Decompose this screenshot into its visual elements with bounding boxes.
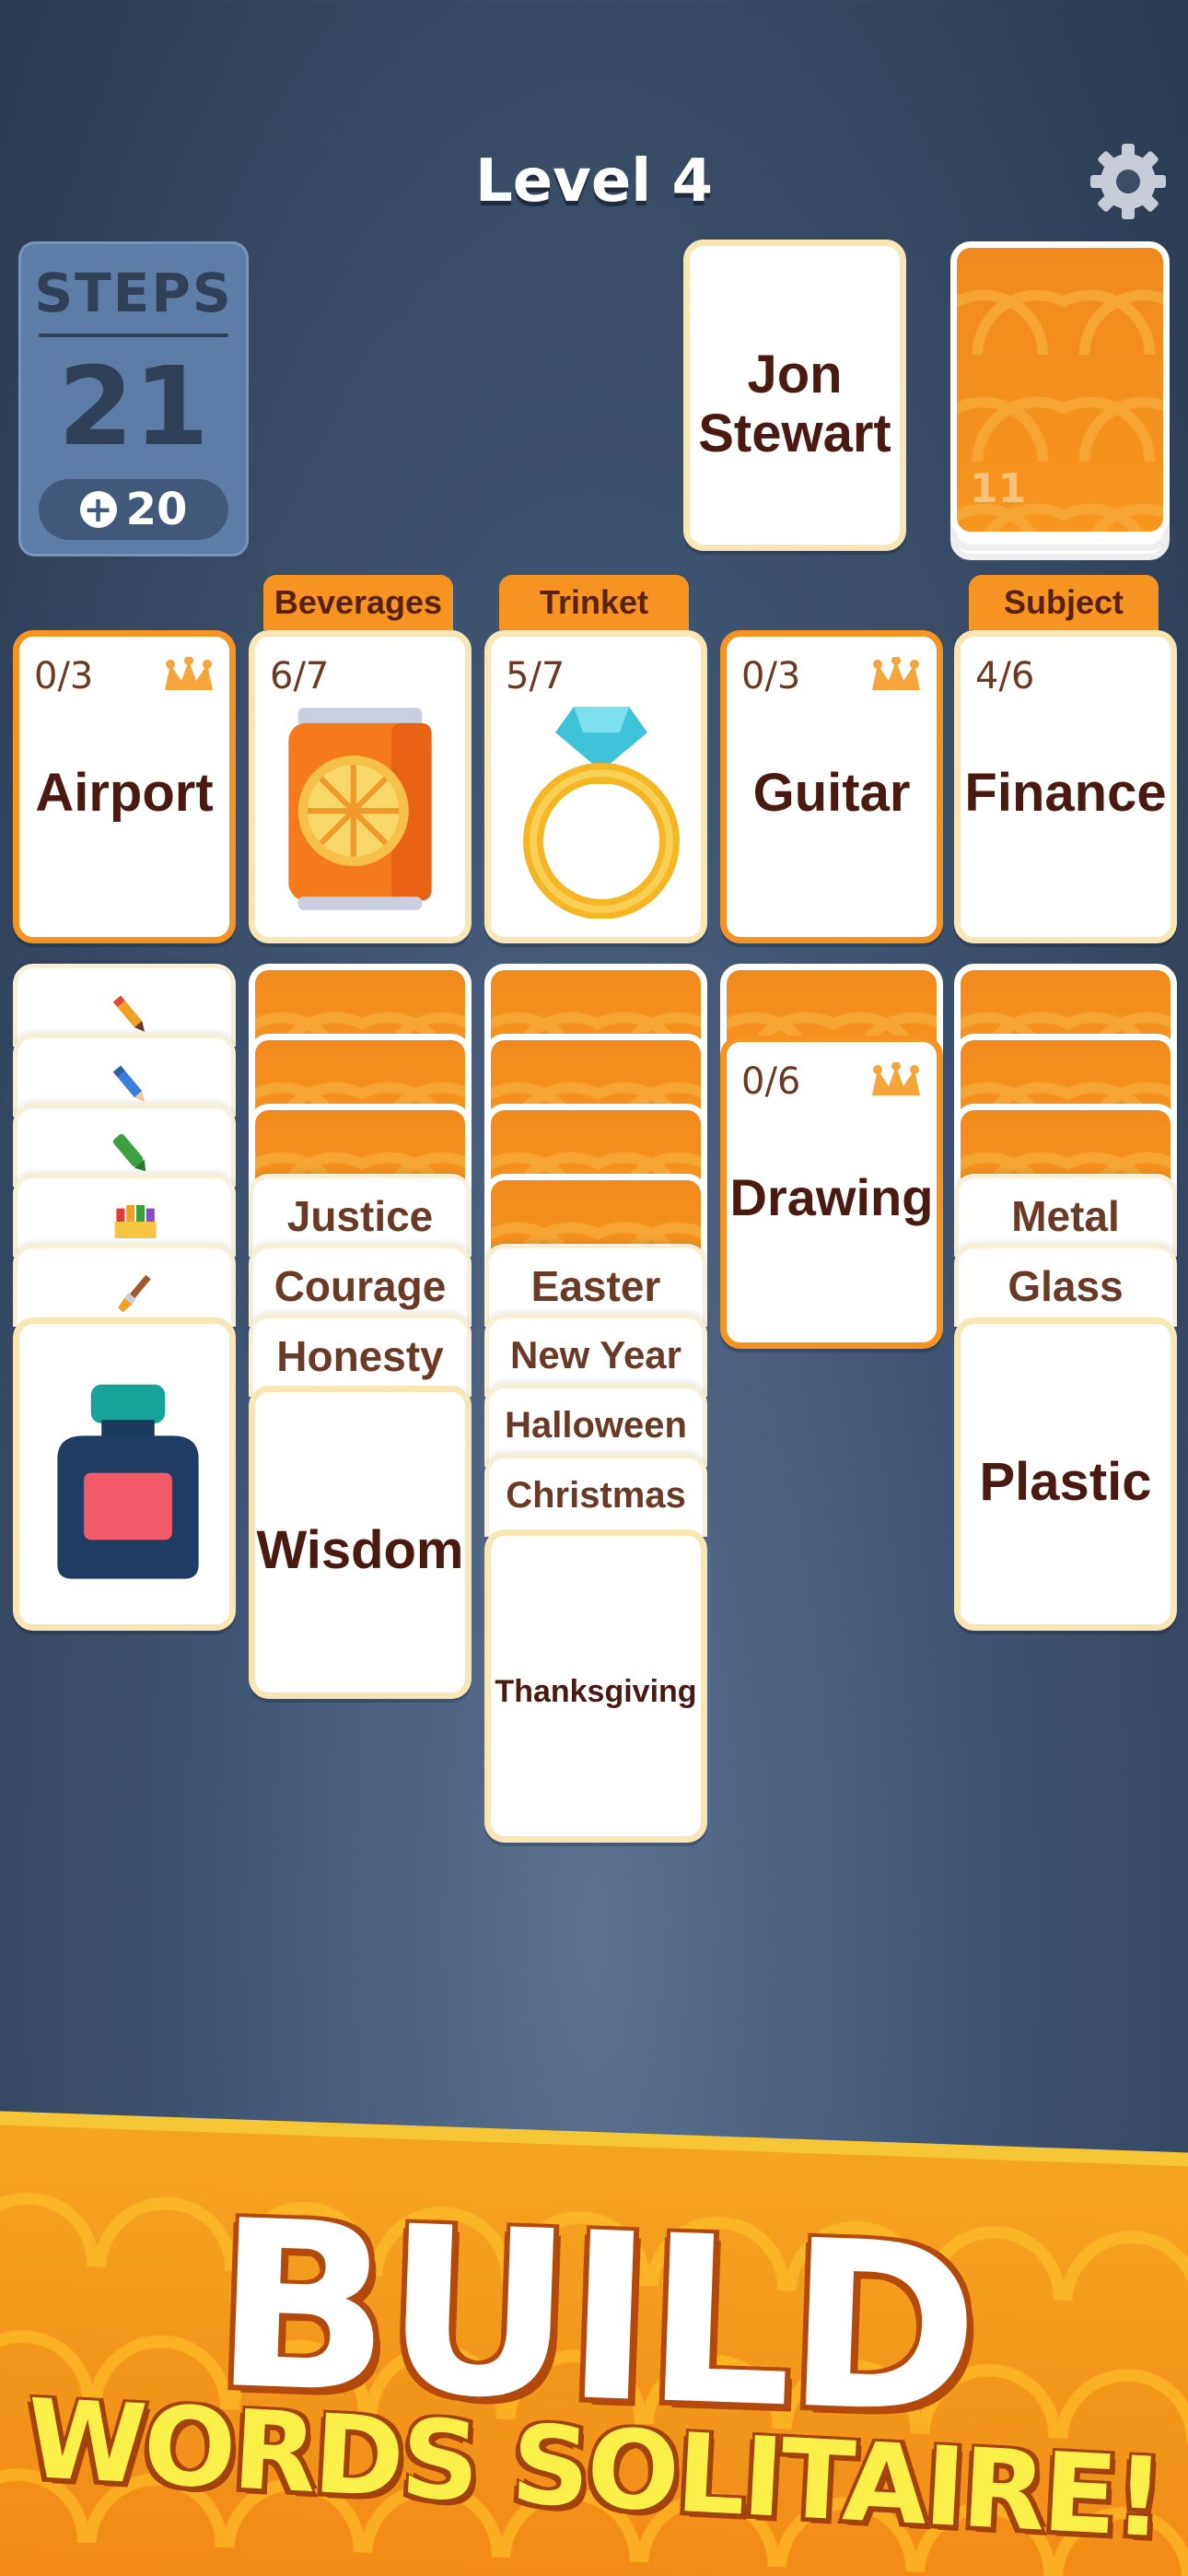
card-word: Christmas — [506, 1475, 686, 1516]
level-title: Level 4 — [474, 147, 714, 216]
tableau-category-drawing[interactable]: 0/6 Drawing — [720, 1036, 943, 1349]
pencil-icon — [112, 995, 146, 1032]
green-marker-icon — [112, 1133, 146, 1172]
jester-hat-icon — [872, 657, 920, 690]
tableau-card-paintbrush — [13, 1244, 236, 1327]
tableau-top-ink-bottle[interactable] — [13, 1317, 236, 1631]
foundation-airport[interactable]: 0/3 Airport — [13, 630, 236, 943]
foundation-word: Finance — [964, 763, 1167, 823]
tableau-card-christmas: Christmas — [484, 1454, 707, 1537]
foundation-guitar[interactable]: 0/3 Guitar — [720, 630, 943, 943]
foundation-subject[interactable]: 4/6 Finance — [954, 630, 1177, 943]
foundation-count: 0/3 — [741, 655, 801, 697]
tableau-card-honesty: Honesty — [249, 1314, 472, 1397]
crayons-icon — [114, 1205, 157, 1238]
add-steps-button[interactable]: + 20 — [39, 479, 228, 540]
steps-label: STEPS — [34, 262, 233, 324]
card-word: Wisdom — [256, 1520, 464, 1580]
steps-value: 21 — [57, 343, 210, 470]
juice-can-icon — [288, 708, 432, 910]
paintbrush-icon — [118, 1274, 151, 1313]
draw-pile-count: 11 — [970, 465, 1027, 512]
gear-icon[interactable] — [1087, 140, 1170, 223]
foundation-word: Guitar — [752, 763, 911, 823]
card-word: Honesty — [276, 1332, 444, 1380]
foundation-count: 4/6 — [975, 655, 1035, 697]
diamond-ring-icon — [523, 707, 680, 919]
tableau-top-plastic[interactable]: Plastic — [954, 1317, 1177, 1631]
tableau-card-glass: Glass — [954, 1244, 1177, 1327]
card-word: Easter — [530, 1262, 661, 1310]
foundation-trinket[interactable]: 5/7 — [484, 630, 707, 943]
category-tab-beverages: Beverages — [263, 575, 453, 630]
category-count: 0/6 — [741, 1060, 801, 1103]
jester-hat-icon — [872, 1062, 920, 1095]
category-word: Drawing — [729, 1168, 934, 1226]
foundation-count: 0/3 — [34, 655, 94, 697]
category-tab-trinket: Trinket — [499, 575, 689, 630]
foundation-beverages[interactable]: 6/7 — [249, 630, 472, 943]
bonus-steps-value: 20 — [125, 484, 188, 535]
drawn-card-line1: Jon — [747, 345, 843, 404]
card-word: Metal — [1011, 1192, 1120, 1240]
drawn-card[interactable]: Jon Stewart — [683, 240, 906, 551]
card-word: Thanksgiving — [495, 1674, 697, 1709]
drawn-card-line2: Stewart — [698, 404, 891, 463]
category-tab-subject: Subject — [969, 575, 1159, 630]
ink-bottle-icon — [57, 1384, 199, 1579]
card-word: Courage — [274, 1262, 447, 1310]
plus-icon: + — [79, 491, 117, 528]
card-word: Glass — [1007, 1262, 1124, 1310]
blue-pencil-icon — [112, 1065, 146, 1102]
tableau-top-thanksgiving[interactable]: Thanksgiving — [484, 1529, 707, 1843]
draw-pile[interactable]: 11 — [950, 241, 1170, 538]
foundation-count: 6/7 — [270, 655, 330, 697]
card-word: Justice — [286, 1192, 434, 1240]
foundation-count: 5/7 — [506, 655, 565, 697]
card-word: Halloween — [505, 1405, 687, 1446]
steps-divider — [39, 334, 228, 337]
tableau-top-wisdom[interactable]: Wisdom — [249, 1386, 472, 1699]
foundation-word: Airport — [35, 763, 214, 823]
card-word: New Year — [509, 1333, 682, 1376]
jester-hat-icon — [165, 657, 213, 690]
steps-panel: STEPS 21 + 20 — [18, 241, 249, 556]
card-word: Plastic — [979, 1452, 1152, 1512]
